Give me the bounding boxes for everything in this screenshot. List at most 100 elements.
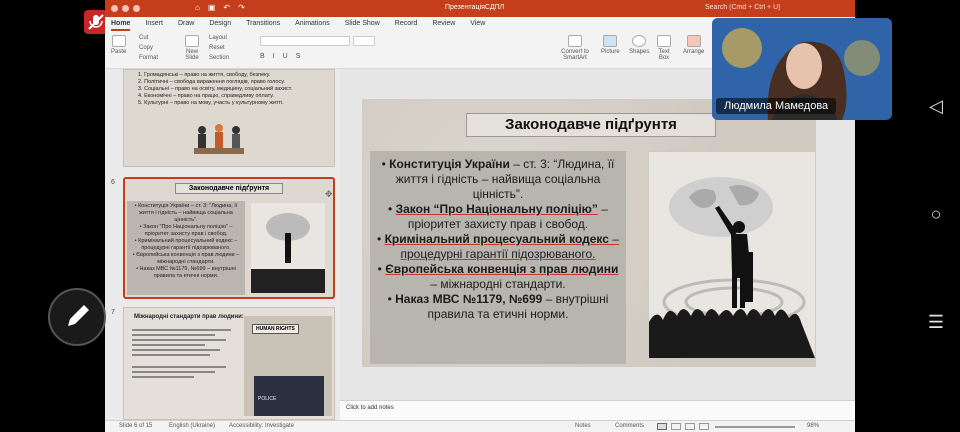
accessibility-check[interactable]: Accessibility: Investigate	[229, 423, 294, 429]
slideshow-view-icon[interactable]	[699, 423, 709, 430]
smartart-icon	[568, 35, 582, 47]
tab-insert[interactable]: Insert	[145, 17, 163, 31]
slide-number-7: 7	[111, 309, 115, 316]
slide-editing-canvas: Законодавче підґрунтя • Конституція Укра…	[340, 69, 855, 420]
copy-button[interactable]: Copy	[139, 43, 158, 53]
thumb-7-title: Міжнародні стандарти прав людини:	[134, 314, 244, 320]
shapes-icon	[632, 35, 647, 47]
layout-button[interactable]: Layout	[209, 33, 229, 43]
tab-record[interactable]: Record	[395, 17, 418, 31]
home-icon[interactable]: ⌂	[195, 3, 200, 12]
slide-thumbnail-7[interactable]: Міжнародні стандарти прав людини: HUMAN …	[123, 307, 335, 420]
slides-group: Layout Reset Section	[209, 33, 229, 63]
minimize-window-button[interactable]	[122, 5, 129, 12]
text-box-icon	[657, 35, 671, 47]
bullet-constitution: • Конституція України – ст. 3: “Людина, …	[381, 157, 615, 201]
thumb-5-text: 1. Громадянські – право на життя, свобод…	[138, 72, 293, 106]
status-bar: Slide 6 of 15 English (Ukraine) Accessib…	[105, 420, 855, 432]
clipboard-group: Cut Copy Format	[139, 33, 158, 63]
notes-toggle[interactable]: Notes	[575, 423, 591, 429]
window-controls[interactable]	[111, 5, 140, 12]
participant-name-label: Людмила Мамедова	[716, 98, 837, 114]
paste-button[interactable]: Paste	[111, 35, 126, 55]
webcam-video: Людмила Мамедова	[712, 18, 892, 120]
shapes-button[interactable]: Shapes	[629, 35, 649, 55]
tab-home[interactable]: Home	[111, 17, 131, 31]
tab-draw[interactable]: Draw	[178, 17, 194, 31]
section-button[interactable]: Section	[209, 53, 229, 63]
picture-button[interactable]: Picture	[601, 35, 620, 55]
slide-thumbnail-6-selected[interactable]: Законодавче підґрунтя • Конституція Укра…	[123, 177, 335, 299]
maximize-window-button[interactable]	[133, 5, 140, 12]
bullet-ministry-order: • Наказ МВС №1179, №699 – внутрішні прав…	[387, 292, 609, 321]
slide-sorter-icon[interactable]	[671, 423, 681, 430]
thumb-6-speaker-illustration	[251, 203, 325, 293]
picture-icon	[603, 35, 618, 47]
move-handle-icon[interactable]: ✥	[325, 189, 333, 200]
title-bar: ⌂ ▣ ↶ ↷ ПрезентаціяСДПЛ Search (Cmd + Ct…	[105, 0, 855, 17]
bullet-criminal-code: • Кримінальний процесуальний кодекс – пр…	[377, 232, 619, 261]
notes-pane[interactable]: Click to add notes	[340, 400, 855, 420]
home-nav-icon[interactable]: ○	[924, 204, 948, 225]
thumb-7-body-lines	[132, 326, 236, 414]
slide-thumbnail-5[interactable]: 1. Громадянські – право на життя, свобод…	[123, 69, 335, 167]
quick-access-toolbar: ⌂ ▣ ↶ ↷	[195, 3, 245, 12]
cut-button[interactable]: Cut	[139, 33, 158, 43]
comments-toggle[interactable]: Comments	[615, 423, 644, 429]
language-indicator[interactable]: English (Ukraine)	[169, 423, 215, 429]
convert-smartart-button[interactable]: Convert to SmartArt	[560, 35, 590, 61]
thumb-6-title: Законодавче підґрунтя	[175, 183, 283, 194]
format-painter-button[interactable]: Format	[139, 53, 158, 63]
new-slide-icon	[185, 35, 199, 47]
search-box[interactable]: Search (Cmd + Ctrl + U)	[705, 4, 780, 11]
slide-number-6: 6	[111, 179, 115, 186]
tab-design[interactable]: Design	[209, 17, 231, 31]
font-name-select[interactable]	[260, 36, 350, 46]
strike-button[interactable]: S	[296, 53, 301, 60]
normal-view-icon[interactable]	[657, 423, 667, 430]
screen: ⌂ ▣ ↶ ↷ ПрезентаціяСДПЛ Search (Cmd + Ct…	[0, 0, 960, 432]
tab-review[interactable]: Review	[432, 17, 455, 31]
tab-view[interactable]: View	[470, 17, 485, 31]
zoom-level[interactable]: 98%	[807, 423, 819, 429]
speaker-illustration[interactable]	[648, 151, 816, 359]
bullet-european-convention: • Європейська конвенція з прав людини – …	[377, 262, 619, 291]
reading-view-icon[interactable]	[685, 423, 695, 430]
pencil-icon	[68, 305, 89, 326]
speaker-at-podium-image	[649, 152, 815, 358]
recents-nav-icon[interactable]: ☰	[924, 312, 948, 333]
police-label: POLICE	[258, 396, 277, 402]
slide-thumbnails-pane: 1. Громадянські – право на життя, свобод…	[105, 69, 340, 420]
close-window-button[interactable]	[111, 5, 118, 12]
tab-slide-show[interactable]: Slide Show	[345, 17, 380, 31]
font-size-select[interactable]	[353, 36, 375, 46]
tab-transitions[interactable]: Transitions	[246, 17, 280, 31]
slide-title[interactable]: Законодавче підґрунтя	[466, 113, 716, 137]
slide-body-text[interactable]: • Конституція України – ст. 3: “Людина, …	[370, 151, 626, 364]
current-slide[interactable]: Законодавче підґрунтя • Конституція Укра…	[362, 99, 816, 367]
italic-button[interactable]: I	[273, 53, 275, 60]
arrange-button[interactable]: Arrange	[683, 35, 704, 55]
reset-button[interactable]: Reset	[209, 43, 229, 53]
annotate-button[interactable]	[48, 288, 106, 346]
back-nav-icon[interactable]: ◁	[924, 96, 948, 117]
undo-icon[interactable]: ↶	[223, 3, 230, 12]
thumb-7-police-illustration: HUMAN RIGHTS POLICE	[244, 316, 332, 416]
redo-icon[interactable]: ↷	[238, 3, 245, 12]
text-box-button[interactable]: Text Box	[655, 35, 673, 61]
window-title: ПрезентаціяСДПЛ	[445, 4, 505, 11]
font-format-group: B I U S	[260, 53, 300, 60]
new-slide-button[interactable]: New Slide	[181, 35, 203, 61]
thumb-6-body: • Конституція України – ст. 3: "Людина, …	[127, 201, 245, 295]
arrange-icon	[686, 35, 701, 47]
zoom-slider[interactable]	[715, 426, 795, 428]
bullet-police-law: • Закон “Про Національну поліцію” – пріо…	[388, 202, 608, 231]
bold-button[interactable]: B	[260, 53, 265, 60]
tab-animations[interactable]: Animations	[295, 17, 330, 31]
human-rights-sign: HUMAN RIGHTS	[252, 324, 299, 334]
slide-counter: Slide 6 of 15	[119, 423, 153, 429]
underline-button[interactable]: U	[283, 53, 288, 60]
save-icon[interactable]: ▣	[208, 3, 216, 12]
thumb-5-meeting-illustration	[194, 124, 244, 154]
paste-icon	[111, 35, 126, 47]
